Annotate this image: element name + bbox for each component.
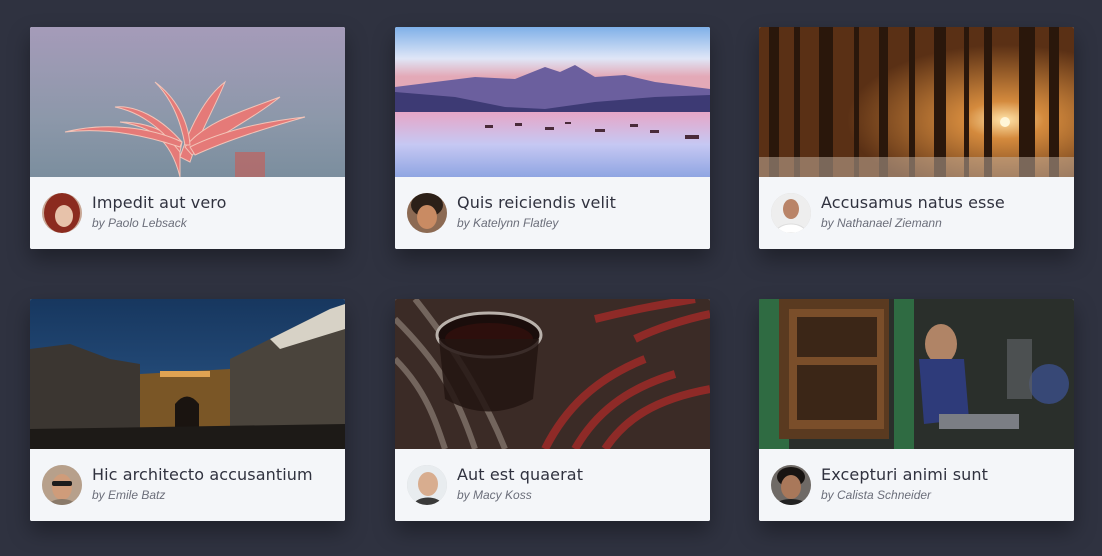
card-image-doorway[interactable] — [759, 299, 1074, 449]
author-avatar[interactable] — [771, 465, 811, 505]
card-image-tea[interactable] — [395, 299, 710, 449]
author-avatar[interactable] — [407, 465, 447, 505]
card[interactable]: Quis reiciendis velit by Katelynn Flatle… — [395, 27, 710, 249]
card-author: by Macy Koss — [457, 488, 532, 502]
author-avatar[interactable] — [771, 193, 811, 233]
card[interactable]: Accusamus natus esse by Nathanael Zieman… — [759, 27, 1074, 249]
card-footer: Quis reiciendis velit by Katelynn Flatle… — [395, 177, 710, 249]
card-image-bridge[interactable] — [30, 299, 345, 449]
card-grid: Impedit aut vero by Paolo Lebsack Quis r… — [0, 0, 1102, 556]
card-author: by Emile Batz — [92, 488, 166, 502]
card-title[interactable]: Accusamus natus esse — [821, 193, 1005, 212]
card[interactable]: Aut est quaerat by Macy Koss — [395, 299, 710, 521]
card-footer: Excepturi animi sunt by Calista Schneide… — [759, 449, 1074, 521]
card-author: by Paolo Lebsack — [92, 216, 187, 230]
card-image-lake[interactable] — [395, 27, 710, 177]
card-footer: Hic architecto accusantium by Emile Batz — [30, 449, 345, 521]
card-title[interactable]: Impedit aut vero — [92, 193, 227, 212]
author-avatar[interactable] — [42, 465, 82, 505]
author-avatar[interactable] — [42, 193, 82, 233]
card-title[interactable]: Aut est quaerat — [457, 465, 583, 484]
card[interactable]: Excepturi animi sunt by Calista Schneide… — [759, 299, 1074, 521]
card-footer: Aut est quaerat by Macy Koss — [395, 449, 710, 521]
card[interactable]: Impedit aut vero by Paolo Lebsack — [30, 27, 345, 249]
card-author: by Nathanael Ziemann — [821, 216, 942, 230]
card-author: by Calista Schneider — [821, 488, 932, 502]
card-title[interactable]: Excepturi animi sunt — [821, 465, 988, 484]
card-footer: Accusamus natus esse by Nathanael Zieman… — [759, 177, 1074, 249]
card-image-forest[interactable] — [759, 27, 1074, 177]
card-title[interactable]: Quis reiciendis velit — [457, 193, 616, 212]
card-image-lily[interactable] — [30, 27, 345, 177]
card-title[interactable]: Hic architecto accusantium — [92, 465, 313, 484]
card[interactable]: Hic architecto accusantium by Emile Batz — [30, 299, 345, 521]
author-avatar[interactable] — [407, 193, 447, 233]
card-author: by Katelynn Flatley — [457, 216, 559, 230]
card-footer: Impedit aut vero by Paolo Lebsack — [30, 177, 345, 249]
